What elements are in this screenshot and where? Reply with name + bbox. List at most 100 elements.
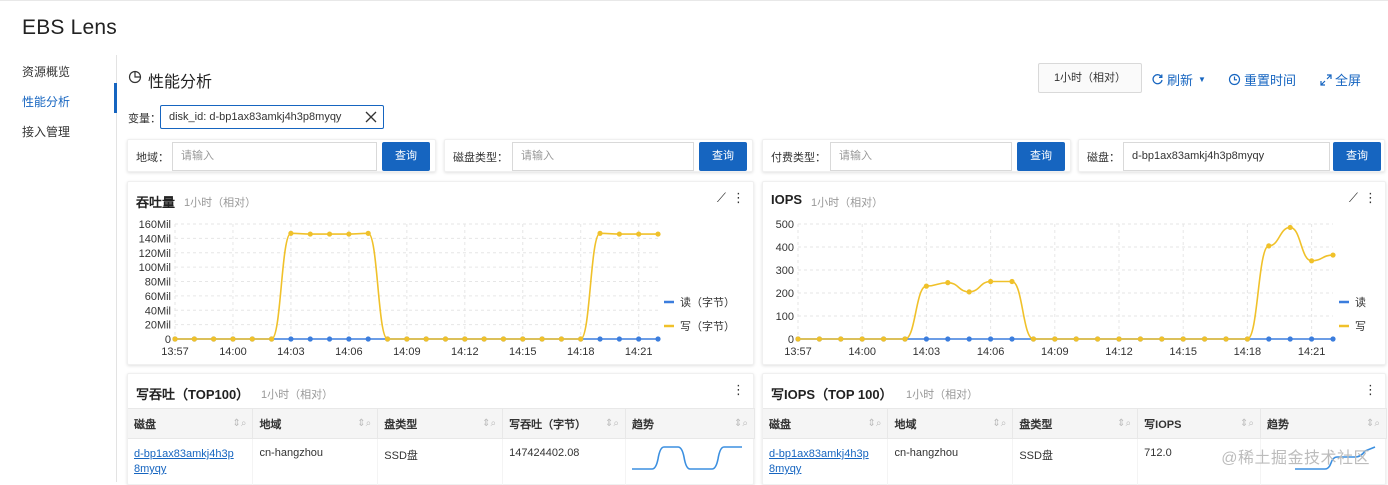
disk-cell[interactable]: d-bp1ax83amkj4h3p8myqy bbox=[128, 439, 253, 485]
write-iops-table-time: 1小时（相对） bbox=[906, 386, 978, 402]
data-point bbox=[366, 336, 371, 341]
data-point bbox=[327, 231, 332, 236]
filter-region: 地域： 请输入 查询 bbox=[127, 139, 436, 172]
data-point bbox=[172, 336, 177, 341]
more-icon[interactable]: ⋮ bbox=[732, 382, 745, 398]
data-point bbox=[1245, 336, 1250, 341]
data-point bbox=[366, 231, 371, 236]
watermark: @稀土掘金技术社区 bbox=[1221, 444, 1370, 468]
region-cell: cn-hangzhou bbox=[888, 439, 1013, 485]
fullscreen-button[interactable]: 全屏 bbox=[1320, 70, 1361, 89]
data-point bbox=[578, 336, 583, 341]
region-query-button[interactable]: 查询 bbox=[382, 142, 430, 171]
filter-disk-type-label: 磁盘类型： bbox=[453, 149, 508, 165]
refresh-button[interactable]: 刷新 ▼ bbox=[1151, 70, 1206, 89]
filter-billing-type: 付费类型： 请输入 查询 bbox=[762, 139, 1071, 172]
region-input[interactable]: 请输入 bbox=[172, 142, 377, 171]
fullscreen-label: 全屏 bbox=[1335, 70, 1361, 89]
data-point bbox=[1202, 336, 1207, 341]
data-point bbox=[250, 336, 255, 341]
data-point bbox=[597, 336, 602, 341]
data-point bbox=[482, 336, 487, 341]
data-point bbox=[1074, 336, 1079, 341]
history-icon bbox=[1228, 73, 1241, 86]
data-point bbox=[1330, 336, 1335, 341]
table-tools: ⋮ bbox=[1364, 382, 1377, 398]
billing-type-query-button[interactable]: 查询 bbox=[1017, 142, 1065, 171]
disk-type-query-button[interactable]: 查询 bbox=[699, 142, 747, 171]
y-tick-label: 200 bbox=[776, 288, 794, 300]
write-throughput-table-time: 1小时（相对） bbox=[261, 386, 333, 402]
column-header[interactable]: 盘类型⇕⌕ bbox=[378, 409, 503, 439]
variables-label: 变量： bbox=[128, 110, 161, 126]
data-point bbox=[1223, 336, 1228, 341]
pie-chart-icon bbox=[128, 70, 142, 84]
page-title: 性能分析 bbox=[148, 68, 212, 92]
disk-input[interactable]: d-bp1ax83amkj4h3p8myqy bbox=[1123, 142, 1330, 171]
close-icon[interactable] bbox=[365, 111, 377, 123]
column-header[interactable]: 磁盘⇕⌕ bbox=[763, 409, 888, 439]
legend-label: 读（字节） bbox=[680, 295, 735, 309]
column-header[interactable]: 磁盘⇕⌕ bbox=[128, 409, 253, 439]
write-throughput-table-title: 写吞吐（TOP100） bbox=[136, 384, 249, 403]
data-point bbox=[945, 280, 950, 285]
column-header[interactable]: 地域⇕⌕ bbox=[253, 409, 378, 439]
column-header[interactable]: 趋势⇕⌕ bbox=[625, 409, 754, 439]
column-header[interactable]: 盘类型⇕⌕ bbox=[1013, 409, 1138, 439]
data-point bbox=[269, 336, 274, 341]
iops-chart-panel: IOPS 1小时（相对） ⟋ ⋮ 010020030040050013:5714… bbox=[762, 181, 1386, 365]
reset-time-button[interactable]: 重置时间 bbox=[1228, 70, 1296, 89]
data-point bbox=[988, 336, 993, 341]
data-point bbox=[1266, 243, 1271, 248]
filter-disk: 磁盘： d-bp1ax83amkj4h3p8myqy 查询 bbox=[1078, 139, 1385, 172]
series-line bbox=[175, 233, 658, 339]
data-point bbox=[924, 284, 929, 289]
sidebar-item-performance[interactable]: 性能分析 bbox=[22, 93, 70, 110]
data-point bbox=[1309, 258, 1314, 263]
data-point bbox=[795, 336, 800, 341]
data-point bbox=[385, 336, 390, 341]
data-point bbox=[1159, 336, 1164, 341]
data-point bbox=[1266, 336, 1271, 341]
sidebar-item-overview[interactable]: 资源概览 bbox=[22, 63, 70, 80]
time-range-button[interactable]: 1小时（相对） bbox=[1038, 63, 1142, 93]
disk-type-cell: SSD盘 bbox=[1013, 439, 1138, 485]
write-iops-table-panel: 写IOPS（TOP 100） 1小时（相对） ⋮ 磁盘⇕⌕ 地域⇕⌕ 盘类型⇕⌕… bbox=[762, 373, 1386, 485]
refresh-label: 刷新 bbox=[1167, 70, 1193, 89]
disk-cell[interactable]: d-bp1ax83amkj4h3p8myqy bbox=[763, 439, 888, 485]
throughput-chart-panel: 吞吐量 1小时（相对） ⟋ ⋮ 020Mil40Mil60Mil80Mil100… bbox=[127, 181, 754, 365]
reset-time-label: 重置时间 bbox=[1244, 70, 1296, 89]
sidebar: 资源概览 性能分析 接入管理 bbox=[0, 55, 117, 482]
y-tick-label: 40Mil bbox=[145, 305, 171, 317]
data-point bbox=[288, 231, 293, 236]
more-icon[interactable]: ⋮ bbox=[1364, 382, 1377, 398]
legend-label: 读 bbox=[1355, 295, 1366, 309]
trend-cell bbox=[625, 439, 754, 485]
disk-query-button[interactable]: 查询 bbox=[1333, 142, 1381, 171]
x-tick-label: 13:57 bbox=[161, 346, 189, 358]
sidebar-item-access[interactable]: 接入管理 bbox=[22, 123, 70, 140]
column-header[interactable]: 写吞吐（字节）⇕⌕ bbox=[503, 409, 626, 439]
x-tick-label: 14:03 bbox=[277, 346, 305, 358]
column-header[interactable]: 地域⇕⌕ bbox=[888, 409, 1013, 439]
billing-type-input[interactable]: 请输入 bbox=[830, 142, 1012, 171]
table-row: d-bp1ax83amkj4h3p8myqy cn-hangzhou SSD盘 … bbox=[128, 439, 755, 485]
column-header[interactable]: 趋势⇕⌕ bbox=[1260, 409, 1386, 439]
data-point bbox=[1009, 279, 1014, 284]
refresh-icon bbox=[1151, 73, 1164, 86]
y-tick-label: 0 bbox=[788, 334, 794, 346]
y-tick-label: 160Mil bbox=[139, 219, 171, 231]
legend-label: 写（字节） bbox=[680, 319, 735, 333]
data-point bbox=[559, 336, 564, 341]
data-point bbox=[988, 279, 993, 284]
x-tick-label: 13:57 bbox=[784, 346, 812, 358]
disk-type-input[interactable]: 请输入 bbox=[512, 142, 694, 171]
data-point bbox=[1181, 336, 1186, 341]
column-header[interactable]: 写IOPS⇕⌕ bbox=[1138, 409, 1261, 439]
filter-disk-label: 磁盘： bbox=[1087, 149, 1120, 165]
variable-chip[interactable]: disk_id: d-bp1ax83amkj4h3p8myqy bbox=[160, 105, 384, 129]
y-tick-label: 60Mil bbox=[145, 291, 171, 303]
expand-icon bbox=[1320, 74, 1332, 86]
write-throughput-table-panel: 写吞吐（TOP100） 1小时（相对） ⋮ 磁盘⇕⌕ 地域⇕⌕ 盘类型⇕⌕ 写吞… bbox=[127, 373, 754, 485]
data-point bbox=[539, 336, 544, 341]
